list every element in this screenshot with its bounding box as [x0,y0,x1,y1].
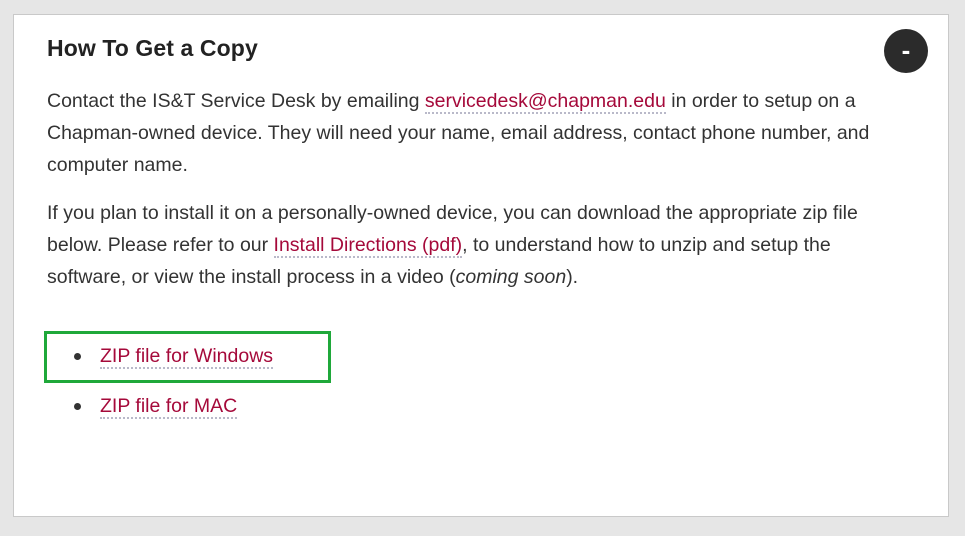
panel-title: How To Get a Copy [47,35,258,61]
bullet-icon [74,353,81,360]
contact-paragraph: Contact the IS&T Service Desk by emailin… [47,85,897,181]
bullet-icon [74,403,81,410]
how-to-get-a-copy-panel: How To Get a Copy - Contact the IS&T Ser… [13,14,949,517]
zip-windows-link[interactable]: ZIP file for Windows [100,345,274,369]
download-list: ZIP file for Windows ZIP file for MAC [47,340,274,440]
install-text-end: ). [566,266,579,288]
list-item: ZIP file for MAC [47,390,273,440]
contact-text-start: Contact the IS&T Service Desk by emailin… [47,90,425,112]
coming-soon-text: coming soon [455,266,567,288]
zip-mac-link[interactable]: ZIP file for MAC [100,395,238,419]
install-directions-link[interactable]: Install Directions (pdf) [273,234,463,258]
install-paragraph: If you plan to install it on a personall… [47,197,897,293]
collapse-button[interactable]: - [884,29,928,73]
service-desk-email-link[interactable]: servicedesk@chapman.edu [424,90,666,114]
list-item: ZIP file for Windows [47,340,274,390]
